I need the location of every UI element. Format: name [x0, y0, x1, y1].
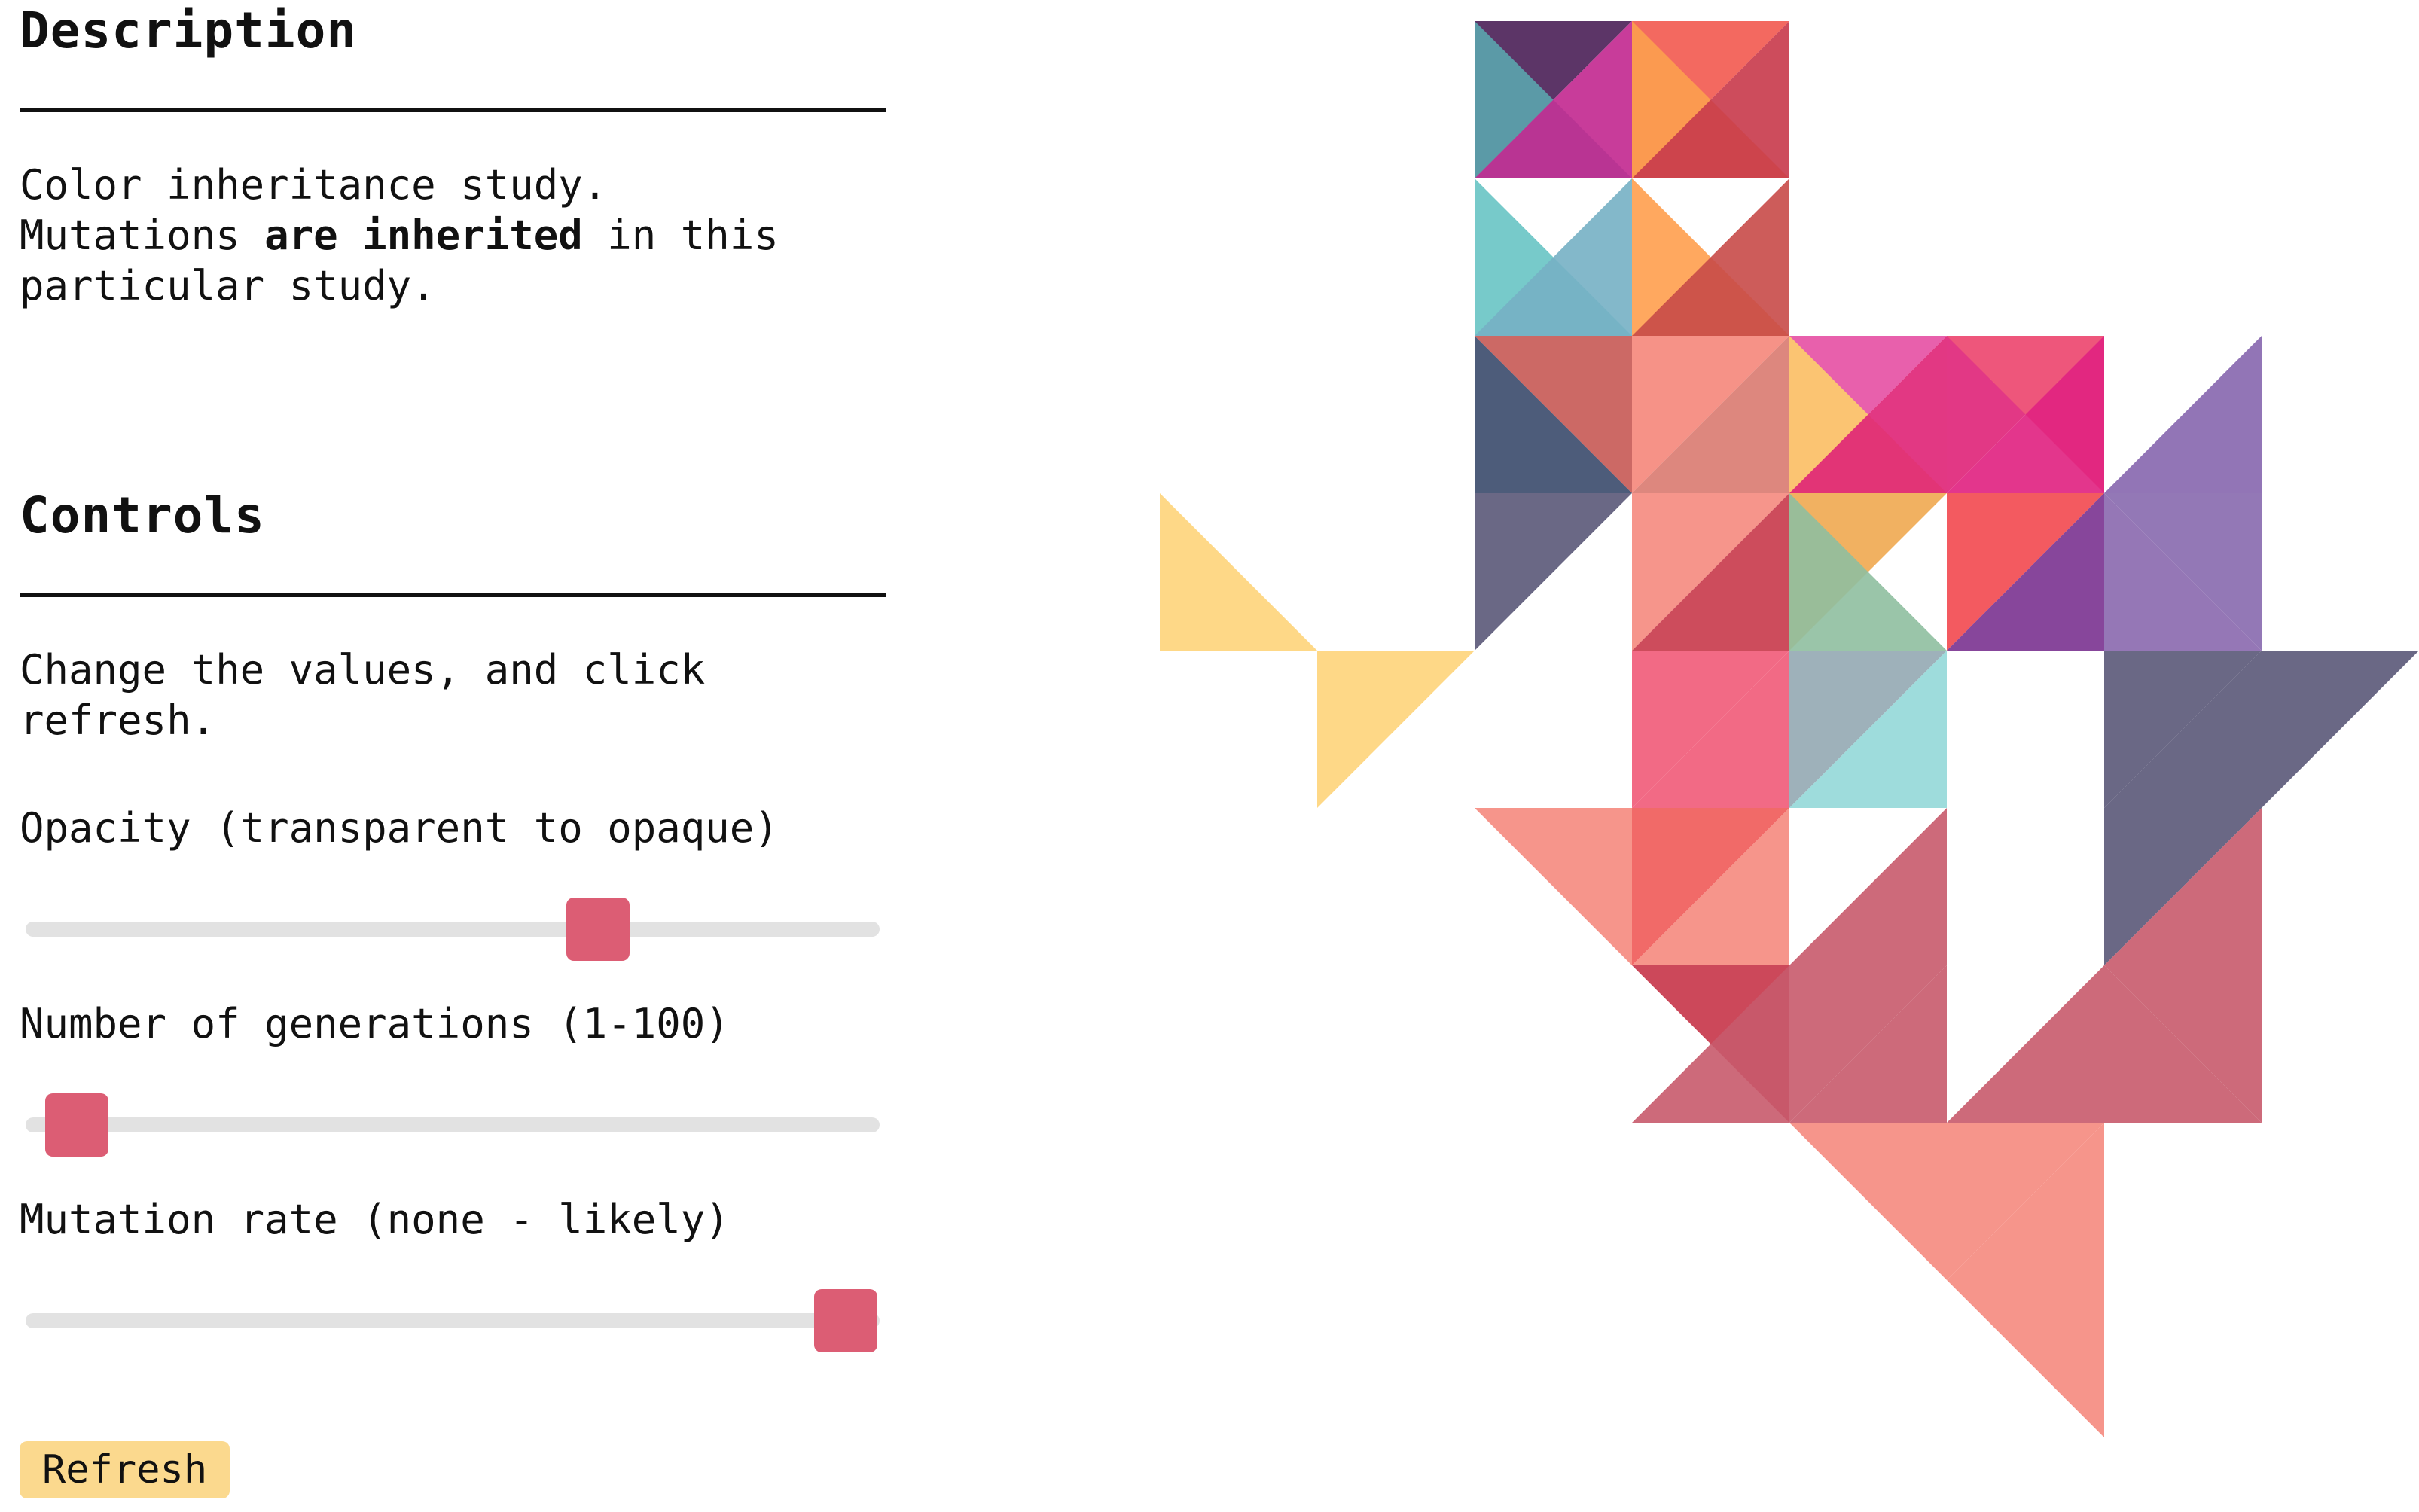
mutation-slider-track[interactable] — [26, 1313, 880, 1328]
generations-slider-thumb[interactable] — [45, 1093, 109, 1157]
triangle-tile-49 — [1947, 965, 2104, 1123]
description-line2-start: Mutations — [20, 212, 265, 259]
mutation-slider-thumb[interactable] — [813, 1289, 877, 1352]
opacity-slider-track[interactable] — [26, 922, 880, 937]
triangle-artwork — [1160, 21, 2419, 1437]
triangle-tile-30 — [1160, 493, 1317, 651]
description-line2-end: in this — [582, 212, 779, 259]
triangle-tile-42 — [1789, 808, 1947, 965]
description-heading: Description — [20, 2, 358, 59]
mutation-slider[interactable] — [26, 1289, 880, 1352]
triangle-tile-39 — [1475, 808, 1632, 965]
description-line1: Color inheritance study. — [20, 161, 608, 209]
triangle-tile-55 — [1947, 1280, 2104, 1437]
generations-label: Number of generations (1-100) — [20, 1000, 730, 1047]
description-divider — [20, 108, 886, 112]
opacity-label: Opacity (transparent to opaque) — [20, 804, 779, 852]
description-text: Color inheritance study. Mutations are i… — [20, 160, 779, 311]
instruction-line1: Change the values, and click — [20, 646, 706, 694]
triangle-tile-21 — [1475, 493, 1632, 651]
generations-slider-track[interactable] — [26, 1117, 880, 1132]
sidebar-panel: Description Color inheritance study. Mut… — [20, 0, 886, 1512]
refresh-button[interactable]: Refresh — [20, 1441, 230, 1498]
opacity-slider[interactable] — [26, 898, 880, 961]
description-line2-bold: are inherited — [264, 212, 583, 259]
triangle-tile-38 — [2262, 651, 2419, 808]
instruction-line2: refresh. — [20, 697, 216, 744]
controls-instructions: Change the values, and click refresh. — [20, 645, 705, 745]
triangle-tile-20 — [2104, 336, 2262, 493]
generations-slider[interactable] — [26, 1093, 880, 1157]
triangle-tile-31 — [1317, 651, 1475, 808]
controls-heading: Controls — [20, 486, 265, 544]
description-line3: particular study. — [20, 262, 436, 309]
triangle-tile-52 — [1789, 1123, 1947, 1280]
mutation-label: Mutation rate (none - likely) — [20, 1196, 730, 1243]
controls-divider — [20, 593, 886, 597]
opacity-slider-thumb[interactable] — [566, 898, 630, 961]
